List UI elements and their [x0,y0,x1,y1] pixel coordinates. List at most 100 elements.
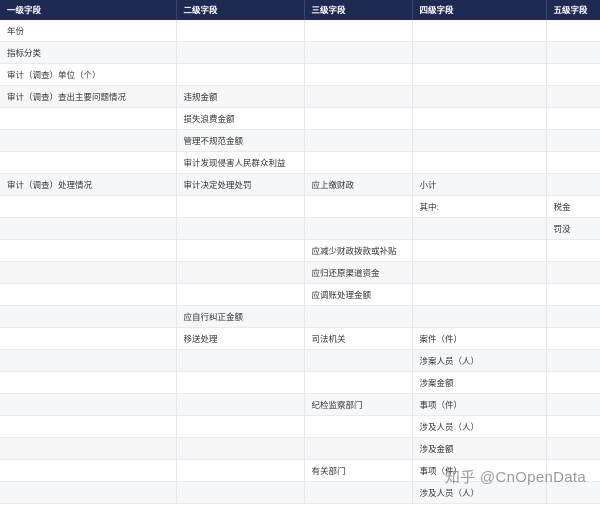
table-cell-level-5 [546,129,600,152]
table-cell-level-2: 移送处理 [176,327,305,350]
table-cell-level-4: 涉案金额 [412,371,547,394]
table-cell-level-1: 指标分类 [0,41,177,64]
table-cell-level-5 [546,261,600,284]
table-row: 审计（调查）查出主要问题情况 违规金额 [0,85,600,108]
table-cell-level-5 [546,327,600,350]
table-cell-level-4 [412,107,547,130]
table-cell-level-4 [412,261,547,284]
table-cell-level-2: 应自行纠正金额 [176,305,305,328]
table-cell-level-1 [0,217,177,240]
table-cell-level-2 [176,283,305,306]
table-cell-level-2: 管理不规范金额 [176,129,305,152]
table-cell-level-2 [176,63,305,86]
table-row: 审计（调查）单位（个） [0,63,600,86]
header-row: 一级字段 二级字段 三级字段 四级字段 五级字段 [0,0,600,20]
table-row: 涉案人员（人） [0,349,600,372]
table-cell-level-4: 事项（件） [412,393,547,416]
table-cell-level-5 [546,173,600,196]
table-cell-level-3 [304,151,413,174]
table-cell-level-2 [176,481,305,504]
table-cell-level-2 [176,41,305,64]
header-level-4: 四级字段 [412,0,547,20]
table-cell-level-3 [304,349,413,372]
table-cell-level-4: 案件（件） [412,327,547,350]
table-cell-level-3 [304,63,413,86]
table-cell-level-1 [0,371,177,394]
table-cell-level-3: 司法机关 [304,327,413,350]
table-cell-level-1 [0,129,177,152]
table-cell-level-4 [412,63,547,86]
table-row: 应自行纠正金额 [0,305,600,328]
table-row: 年份 [0,20,600,42]
table-cell-level-3 [304,371,413,394]
table-cell-level-5 [546,305,600,328]
table-cell-level-3: 应归还原渠道资金 [304,261,413,284]
table-cell-level-4 [412,239,547,262]
table-cell-level-5 [546,415,600,438]
header-level-2: 二级字段 [176,0,305,20]
table-cell-level-2 [176,371,305,394]
table-cell-level-5 [546,437,600,460]
table-cell-level-5 [546,20,600,42]
table-cell-level-1 [0,107,177,130]
table-cell-level-2 [176,239,305,262]
table-cell-level-3 [304,217,413,240]
table-cell-level-2 [176,459,305,482]
table-cell-level-4 [412,283,547,306]
table-row: 审计发现侵害人民群众利益 [0,151,600,174]
table-cell-level-1 [0,239,177,262]
table-row: 涉及人员（人） [0,415,600,438]
table-row: 应归还原渠道资金 [0,261,600,284]
table-cell-level-2 [176,217,305,240]
table-cell-level-3: 应上缴财政 [304,173,413,196]
table-cell-level-2: 审计发现侵害人民群众利益 [176,151,305,174]
table-row: 管理不规范金额 [0,129,600,152]
table-cell-level-2 [176,261,305,284]
table-cell-level-5 [546,393,600,416]
table-cell-level-3 [304,20,413,42]
table-cell-level-2: 审计决定处理处罚 [176,173,305,196]
table-cell-level-1 [0,327,177,350]
table-cell-level-5: 罚没 [546,217,600,240]
table-cell-level-4: 涉及人员（人） [412,415,547,438]
header-level-3: 三级字段 [304,0,413,20]
table-cell-level-1 [0,283,177,306]
table-cell-level-3: 有关部门 [304,459,413,482]
table-cell-level-3 [304,305,413,328]
table-row: 审计（调查）处理情况 审计决定处理处罚 应上缴财政 小计 [0,173,600,196]
table-cell-level-2 [176,415,305,438]
table-cell-level-4: 其中: [412,195,547,218]
table-row: 罚没 [0,217,600,240]
table-cell-level-2 [176,437,305,460]
table-row: 应减少财政拨款或补贴 [0,239,600,262]
table-cell-level-3 [304,415,413,438]
table-cell-level-4: 小计 [412,173,547,196]
table-cell-level-3 [304,107,413,130]
table-cell-level-5: 税金 [546,195,600,218]
table-cell-level-1 [0,261,177,284]
table-cell-level-1 [0,415,177,438]
table-cell-level-5 [546,151,600,174]
table-row: 指标分类 [0,41,600,64]
table-cell-level-1: 审计（调查）处理情况 [0,173,177,196]
table-cell-level-4 [412,41,547,64]
header-level-1: 一级字段 [0,0,177,20]
table-row: 损失浪费金额 [0,107,600,130]
table-cell-level-1: 年份 [0,20,177,42]
table-cell-level-5 [546,63,600,86]
table-row: 应调账处理金额 [0,283,600,306]
table-row: 涉案金额 [0,371,600,394]
table-row: 移送处理 司法机关 案件（件） [0,327,600,350]
table-cell-level-3 [304,41,413,64]
table-cell-level-2: 损失浪费金额 [176,107,305,130]
table-cell-level-2 [176,195,305,218]
table-cell-level-5 [546,349,600,372]
table-cell-level-3 [304,437,413,460]
table-cell-level-3: 应调账处理金额 [304,283,413,306]
table-row: 涉及金额 [0,437,600,460]
table-cell-level-4 [412,151,547,174]
table-cell-level-5 [546,283,600,306]
table-cell-level-5 [546,41,600,64]
table-cell-level-2 [176,20,305,42]
table-cell-level-1 [0,151,177,174]
